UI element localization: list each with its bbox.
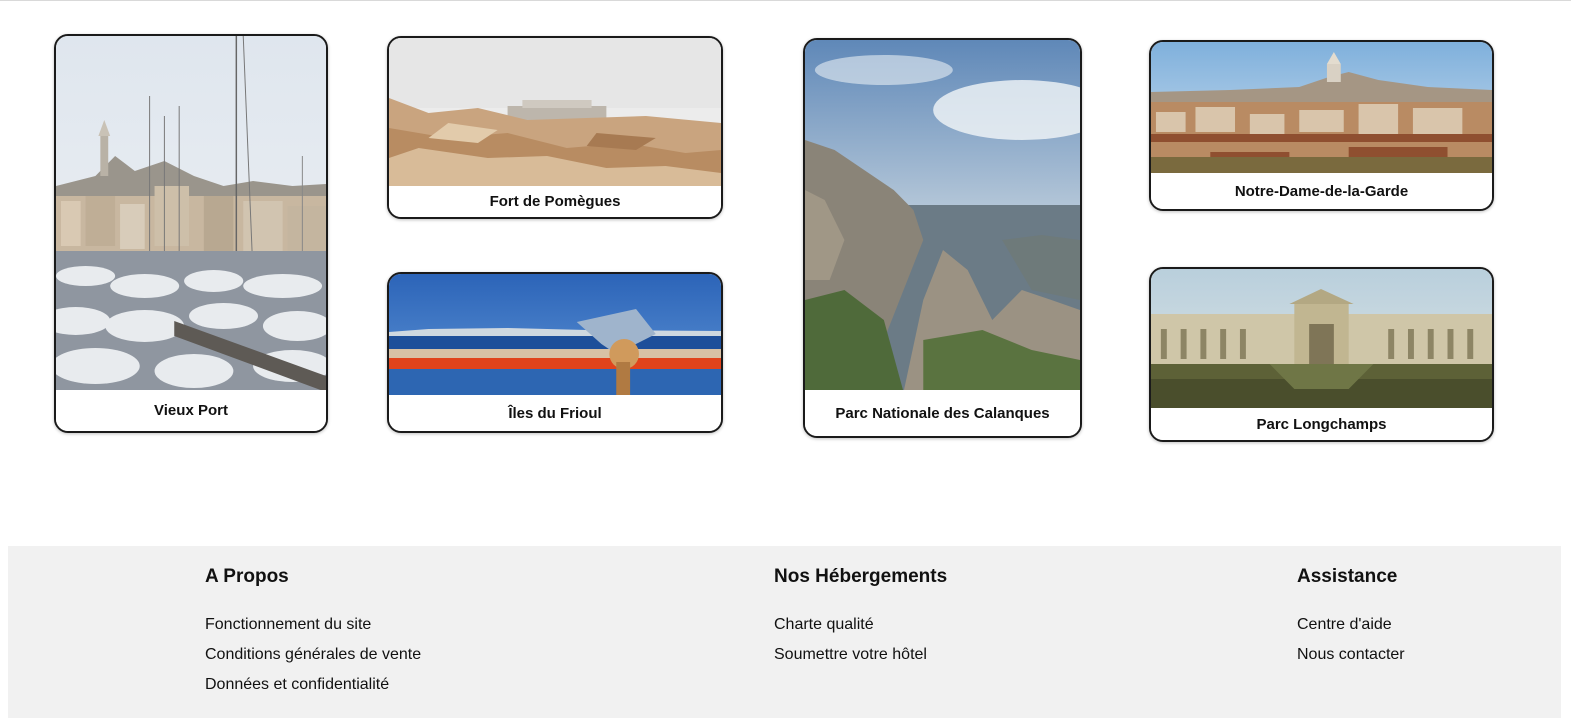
destination-card-fort-de-pomegues[interactable]: Fort de Pomègues <box>387 36 723 219</box>
footer-heading-about: A Propos <box>205 566 289 587</box>
destination-card-parc-longchamps[interactable]: Parc Longchamps <box>1149 267 1494 442</box>
calanques-photo <box>805 40 1080 392</box>
footer-heading-assistance: Assistance <box>1297 566 1398 587</box>
footer-link-terms-of-sale[interactable]: Conditions générales de vente <box>205 640 421 670</box>
card-label: Parc Nationale des Calanques <box>805 390 1080 436</box>
footer-link-contact-us[interactable]: Nous contacter <box>1297 640 1405 670</box>
card-label: Îles du Frioul <box>389 395 721 431</box>
footer-link-help-center[interactable]: Centre d'aide <box>1297 610 1405 640</box>
footer-link-privacy[interactable]: Données et confidentialité <box>205 670 421 700</box>
card-label: Parc Longchamps <box>1151 408 1492 440</box>
destination-card-vieux-port[interactable]: Vieux Port <box>54 34 328 433</box>
footer-column-assistance: Assistance Centre d'aide Nous contacter <box>1297 566 1405 670</box>
footer-link-quality-charter[interactable]: Charte qualité <box>774 610 947 640</box>
vieux-port-photo <box>56 36 326 392</box>
footer-column-accommodations: Nos Hébergements Charte qualité Soumettr… <box>774 566 947 670</box>
top-divider <box>0 0 1571 1</box>
destination-card-notre-dame-de-la-garde[interactable]: Notre-Dame-de-la-Garde <box>1149 40 1494 211</box>
card-label: Vieux Port <box>56 390 326 431</box>
iles-du-frioul-photo <box>389 274 721 397</box>
destination-card-parc-nationale-des-calanques[interactable]: Parc Nationale des Calanques <box>803 38 1082 438</box>
site-footer: A Propos Fonctionnement du site Conditio… <box>8 546 1561 718</box>
destination-card-iles-du-frioul[interactable]: Îles du Frioul <box>387 272 723 433</box>
card-label: Notre-Dame-de-la-Garde <box>1151 173 1492 209</box>
parc-longchamps-photo <box>1151 269 1492 410</box>
fort-de-pomegues-photo <box>389 38 721 188</box>
notre-dame-de-la-garde-photo <box>1151 42 1492 175</box>
footer-link-how-it-works[interactable]: Fonctionnement du site <box>205 610 421 640</box>
footer-column-about: A Propos Fonctionnement du site Conditio… <box>205 566 421 700</box>
card-label: Fort de Pomègues <box>389 186 721 217</box>
footer-heading-accommodations: Nos Hébergements <box>774 566 948 587</box>
footer-link-submit-hotel[interactable]: Soumettre votre hôtel <box>774 640 947 670</box>
